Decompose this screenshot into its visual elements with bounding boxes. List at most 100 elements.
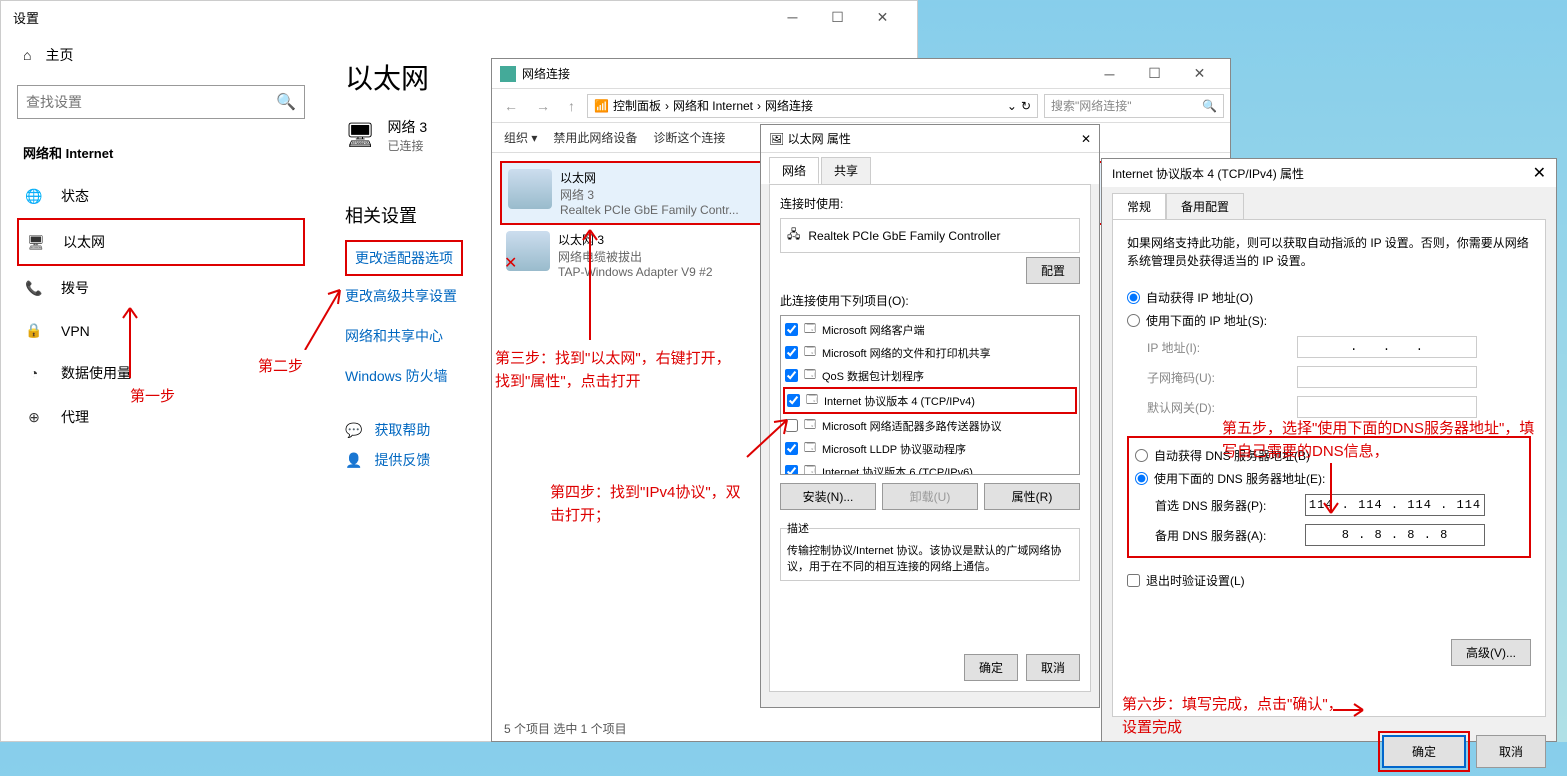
ip-info: 如果网络支持此功能，则可以获取自动指派的 IP 设置。否则，你需要从网络系统管理… [1127,234,1531,270]
dns2-label: 备用 DNS 服务器(A): [1155,527,1305,544]
desc-text: 传输控制协议/Internet 协议。该协议是默认的广域网络协议，用于在不同的相… [787,545,1061,573]
ethernet-icon: 🖥 [27,234,45,251]
ep-titlebar: 🖼 以太网 属性 ✕ [761,125,1099,153]
home-label: 主页 [45,45,73,65]
settings-sidebar: ⌂ 主页 🔍 网络和 Internet 🌐状态 🖥以太网 📞拨号 🔒VPN ◔数… [1,33,321,741]
feedback-icon: 👤 [345,452,362,469]
radio-manual-ip[interactable]: 使用下面的 IP 地址(S): [1127,309,1531,332]
nav-data-usage[interactable]: ◔数据使用量 [17,351,305,395]
nav-ethernet[interactable]: 🖥以太网 [17,218,305,266]
ipv4-properties-window: Internet 协议版本 4 (TCP/IPv4) 属性 ✕ 常规 备用配置 … [1101,158,1557,742]
status-icon: 🌐 [25,188,43,205]
nc-titlebar: 网络连接 ─ ☐ ✕ [492,59,1230,89]
link-adapter-options[interactable]: 更改适配器选项 [345,240,463,276]
nc-icon [500,66,516,82]
nav-vpn[interactable]: 🔒VPN [17,310,305,351]
items-label: 此连接使用下列项目(O): [780,292,1080,309]
ip-close[interactable]: ✕ [1533,163,1546,183]
protocol-icon: 🗔 [806,391,818,410]
section-label: 网络和 Internet [23,143,305,162]
adapter-display: 🖧 Realtek PCIe GbE Family Controller [780,218,1080,253]
data-icon: ◔ [25,365,43,381]
protocol-item[interactable]: 🗔Internet 协议版本 6 (TCP/IPv6) [783,460,1077,475]
gateway-label: 默认网关(D): [1147,399,1297,416]
close-button[interactable]: ✕ [860,1,905,33]
ip-ok-button[interactable]: 确定 [1382,735,1466,768]
search-icon: 🔍 [276,92,296,112]
toolbar-diagnose[interactable]: 诊断这个连接 [653,129,725,146]
configure-button[interactable]: 配置 [1026,257,1080,284]
radio-auto-ip[interactable]: 自动获得 IP 地址(O) [1127,286,1531,309]
network-name: 网络 3 [387,117,427,137]
ethernet-properties-window: 🖼 以太网 属性 ✕ 网络 共享 连接时使用: 🖧 Realtek PCIe G… [760,124,1100,708]
nc-minimize[interactable]: ─ [1087,58,1132,90]
nic-icon: 🖧 [787,225,800,246]
desc-legend: 描述 [787,520,809,536]
home-icon: ⌂ [23,47,31,63]
network-status: 已连接 [387,137,427,154]
dns2-input[interactable]: 8 . 8 . 8 . 8 [1305,524,1485,546]
nav-dialup[interactable]: 📞拨号 [17,266,305,310]
tab-network[interactable]: 网络 [769,157,819,184]
uninstall-button[interactable]: 卸载(U) [882,483,978,510]
adapter-icon [508,169,552,209]
nc-title: 网络连接 [522,65,570,82]
ip-address-input[interactable]: . . . [1297,336,1477,358]
properties-button[interactable]: 属性(R) [984,483,1080,510]
ep-close[interactable]: ✕ [1081,132,1091,146]
advanced-button[interactable]: 高级(V)... [1451,639,1531,666]
dialup-icon: 📞 [25,280,43,297]
nc-close[interactable]: ✕ [1177,58,1222,90]
nc-search[interactable]: 搜索"网络连接" 🔍 [1044,94,1224,118]
ip-cancel-button[interactable]: 取消 [1476,735,1546,768]
ip-titlebar: Internet 协议版本 4 (TCP/IPv4) 属性 ✕ [1102,159,1556,187]
maximize-button[interactable]: ☐ [815,1,860,33]
protocol-icon: 🗔 [804,462,816,475]
protocol-item[interactable]: 🗔QoS 数据包计划程序 [783,364,1077,387]
protocol-icon: 🗔 [804,320,816,339]
back-button[interactable]: ← [498,98,524,114]
breadcrumb[interactable]: 📶 控制面板› 网络和 Internet› 网络连接 ⌄↻ [587,94,1038,118]
tab-sharing[interactable]: 共享 [821,157,871,184]
ip-address-label: IP 地址(I): [1147,339,1297,356]
settings-titlebar: 设置 ─ ☐ ✕ [1,1,917,33]
toolbar-organize[interactable]: 组织 ▾ [504,129,537,146]
forward-button[interactable]: → [530,98,556,114]
nc-maximize[interactable]: ☐ [1132,58,1177,90]
ep-cancel-button[interactable]: 取消 [1026,654,1080,681]
toolbar-disable[interactable]: 禁用此网络设备 [553,129,637,146]
tab-alternate[interactable]: 备用配置 [1166,193,1244,219]
protocol-item[interactable]: 🗔Microsoft 网络的文件和打印机共享 [783,341,1077,364]
search-field[interactable] [26,94,276,110]
protocol-item[interactable]: 🗔Microsoft 网络客户端 [783,318,1077,341]
protocol-icon: 🗔 [804,439,816,458]
search-input[interactable]: 🔍 [17,85,305,119]
protocol-list[interactable]: 🗔Microsoft 网络客户端🗔Microsoft 网络的文件和打印机共享🗔Q… [780,315,1080,475]
gateway-input[interactable] [1297,396,1477,418]
protocol-icon: 🗔 [804,416,816,435]
dns1-label: 首选 DNS 服务器(P): [1155,497,1305,514]
minimize-button[interactable]: ─ [770,1,815,33]
home-link[interactable]: ⌂ 主页 [17,33,305,77]
up-button[interactable]: ↑ [562,98,581,114]
nc-statusbar: 5 个项目 选中 1 个项目 [504,720,627,737]
nc-nav: ← → ↑ 📶 控制面板› 网络和 Internet› 网络连接 ⌄↻ 搜索"网… [492,89,1230,123]
tab-general[interactable]: 常规 [1112,193,1166,219]
nav-status[interactable]: 🌐状态 [17,174,305,218]
install-button[interactable]: 安装(N)... [780,483,876,510]
proxy-icon: ⊕ [25,409,43,426]
subnet-mask-label: 子网掩码(U): [1147,369,1297,386]
ep-title: 以太网 属性 [788,130,851,147]
help-icon: 💬 [345,422,362,439]
search-icon: 🔍 [1202,99,1217,113]
subnet-mask-input[interactable] [1297,366,1477,388]
protocol-item[interactable]: 🗔Microsoft 网络适配器多路传送器协议 [783,414,1077,437]
nav-proxy[interactable]: ⊕代理 [17,395,305,439]
vpn-icon: 🔒 [25,322,43,339]
protocol-item[interactable]: 🗔Internet 协议版本 4 (TCP/IPv4) [783,387,1077,414]
network-icon: 🖥 [345,121,375,150]
validate-checkbox[interactable]: 退出时验证设置(L) [1127,572,1531,589]
protocol-item[interactable]: 🗔Microsoft LLDP 协议驱动程序 [783,437,1077,460]
ep-ok-button[interactable]: 确定 [964,654,1018,681]
connect-using-label: 连接时使用: [780,195,1080,212]
